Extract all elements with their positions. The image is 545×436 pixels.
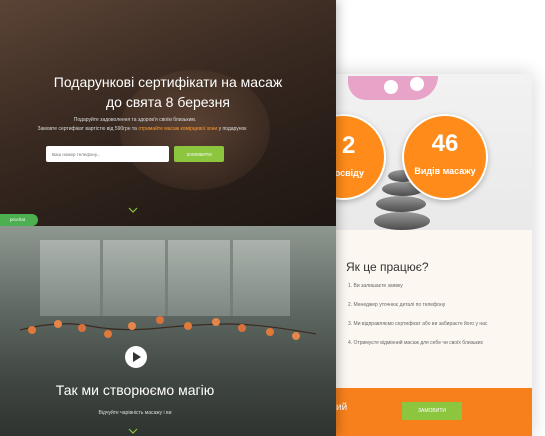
stat-number: 46 — [431, 130, 459, 157]
hero-title-line: Подарункові сертифікати на масаж — [53, 74, 283, 90]
stat-label: Видів масажу — [414, 166, 476, 176]
hero-subtitle: Подаруйте задоволення та здоров'я своїм … — [73, 117, 197, 123]
main-page: Подарункові сертифікати на масаж до свят… — [0, 0, 336, 436]
chat-badge[interactable]: prochat — [0, 214, 38, 226]
stat-massage-types: 46 Видів масажу — [402, 114, 488, 200]
step-item: 1. Ви залишаєте заявку — [348, 283, 403, 289]
landing-page-preview: 2 досвіду 46 Видів масажу Як це працює? … — [0, 0, 545, 436]
play-button[interactable] — [125, 346, 147, 368]
steps-list: 1. Ви залишаєте заявку 2. Менеджер уточн… — [348, 280, 487, 356]
offer-text: у подарунок — [217, 126, 247, 132]
footer-order-button[interactable]: ЗАМОВИТИ — [402, 402, 462, 420]
flower-branch-image — [20, 316, 316, 340]
hero-title-line: до свята 8 березня — [106, 94, 230, 110]
hero-offer: Замовте сертифікат вартістю від 590грн т… — [22, 126, 262, 132]
window-frame — [165, 240, 168, 316]
phone-input[interactable] — [46, 146, 169, 162]
window-frame — [100, 240, 103, 316]
video-title: Так ми створюємо магію — [55, 382, 215, 398]
step-item: 4. Отримуєте відмінний масаж для себе чи… — [348, 340, 484, 346]
step-item: 3. Ми відправляємо сертифікат або ви заб… — [348, 321, 488, 327]
video-section: Так ми створюємо магію Відчуйте чарівніс… — [0, 226, 336, 436]
chevron-down-icon[interactable] — [128, 205, 138, 215]
flower-image — [410, 77, 424, 91]
offer-highlight: отримайте масаж комірцевої зони — [138, 126, 218, 132]
step-item: 2. Менеджер уточнює деталі по телефону — [348, 302, 446, 308]
window-frame — [230, 240, 233, 316]
order-button[interactable]: ЗАМОВИТИ — [174, 146, 224, 162]
hero-title: Подарункові сертифікати на масаж до свят… — [0, 72, 336, 112]
footer-text: ий — [336, 402, 348, 413]
offer-text: Замовте сертифікат вартістю від 590грн т… — [37, 126, 139, 132]
stat-number: 2 — [342, 132, 356, 159]
flower-image — [384, 80, 398, 94]
hero-section: Подарункові сертифікати на масаж до свят… — [0, 0, 336, 226]
chevron-down-icon[interactable] — [128, 426, 138, 436]
how-it-works-title: Як це працює? — [346, 260, 429, 274]
video-subtitle: Відчуйте чарівність масажу і ви — [98, 410, 172, 416]
